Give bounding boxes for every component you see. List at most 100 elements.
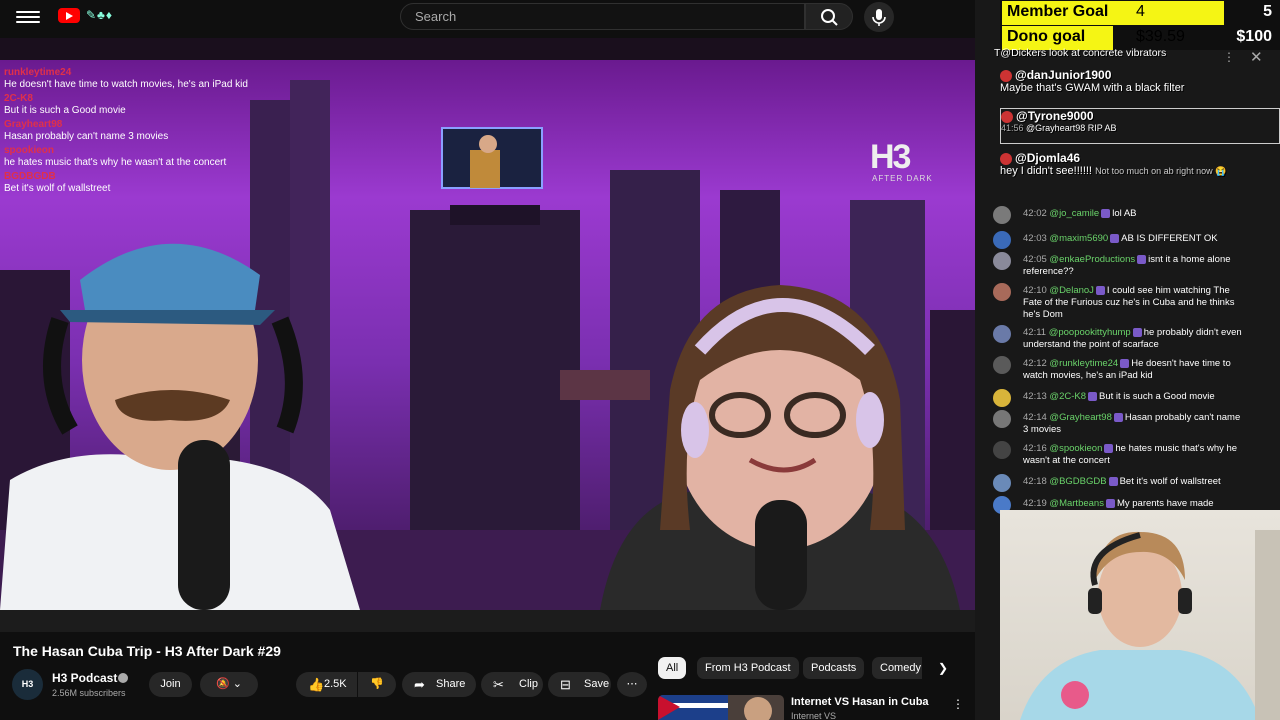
bubble-author: @Tyrone9000 bbox=[1016, 109, 1094, 123]
like-count: 2.5K bbox=[324, 678, 347, 690]
webcam-person-art bbox=[1020, 530, 1280, 720]
chip-podcasts[interactable]: Podcasts bbox=[803, 657, 865, 679]
chat-timestamp: 42:19 bbox=[1023, 498, 1047, 509]
member-badge-icon bbox=[1101, 208, 1111, 218]
search-input[interactable]: Search bbox=[400, 3, 805, 30]
dono-goal-label: Dono goal bbox=[1007, 28, 1086, 45]
notification-bell-button[interactable]: 🔕 ⌄ bbox=[200, 672, 258, 697]
chat-avatar[interactable] bbox=[993, 231, 1011, 249]
chat-timestamp: 42:12 bbox=[1023, 358, 1047, 369]
member-badge-icon bbox=[1120, 358, 1130, 368]
chat-author[interactable]: @Grayheart98 bbox=[1049, 412, 1111, 423]
chat-message-body: 42:18 @BGDBGDB Bet it's wolf of wallstree… bbox=[1023, 476, 1243, 488]
recommended-video-title[interactable]: Internet VS Hasan in Cuba bbox=[791, 696, 929, 708]
chat-avatar[interactable] bbox=[993, 441, 1011, 459]
chat-author[interactable]: @DelanoJ bbox=[1049, 285, 1094, 296]
clip-label: Clip bbox=[519, 678, 538, 690]
yt-badge-icon bbox=[1000, 152, 1012, 165]
chip-all[interactable]: All bbox=[658, 657, 687, 679]
member-badge-icon bbox=[1095, 285, 1105, 295]
chat-message-body: 42:12 @runkleytime24 He doesn't have time… bbox=[1023, 358, 1243, 382]
chat-avatar[interactable] bbox=[993, 206, 1011, 224]
chat-timestamp: 42:02 bbox=[1023, 208, 1047, 219]
h3-logo-subtitle: AFTER DARK bbox=[872, 174, 933, 183]
member-goal-bar: Member Goal 4 5 bbox=[1002, 1, 1280, 25]
chat-text: AB IS DIFFERENT OK bbox=[1121, 233, 1218, 244]
chat-bubble: @Djomla46 hey I didn't see!!!!!! Not too… bbox=[1000, 151, 1280, 177]
member-goal-label: Member Goal bbox=[1007, 3, 1109, 20]
top-bar: ✎♣♦ Search bbox=[0, 0, 975, 38]
chat-avatar[interactable] bbox=[993, 252, 1011, 270]
channel-avatar[interactable]: H3 bbox=[12, 669, 43, 700]
clip-button[interactable]: ✂ Clip bbox=[481, 672, 543, 697]
hamburger-menu-icon[interactable] bbox=[16, 8, 40, 28]
chevron-down-icon: ⌄ bbox=[232, 678, 242, 690]
overlay-chat-user: Grayheart98 bbox=[4, 119, 63, 130]
voice-search-button[interactable] bbox=[864, 2, 894, 32]
member-badge-icon bbox=[1113, 412, 1123, 422]
overlay-chat-message: he hates music that's why he wasn't at t… bbox=[4, 157, 227, 168]
youtube-logo-icon[interactable] bbox=[58, 8, 80, 23]
h3-logo: H3 bbox=[870, 138, 911, 176]
bell-off-icon: 🔕 bbox=[216, 678, 230, 690]
chat-text: lol AB bbox=[1112, 208, 1137, 219]
overlay-chat-message: But it is such a Good movie bbox=[4, 105, 126, 116]
overlay-chat-user: BGDBGDB bbox=[4, 171, 56, 182]
dislike-button[interactable]: 👎 bbox=[358, 672, 396, 697]
thumbs-up-icon: 👍 bbox=[308, 677, 325, 692]
channel-name[interactable]: H3 Podcast bbox=[52, 671, 117, 685]
chat-avatar[interactable] bbox=[993, 410, 1011, 428]
chat-author[interactable]: @2C-K8 bbox=[1049, 391, 1086, 402]
verified-icon bbox=[118, 673, 128, 683]
dono-goal-target: $100 bbox=[1236, 28, 1272, 45]
more-actions-button[interactable]: ⋯ bbox=[617, 672, 647, 697]
like-button[interactable]: 👍 2.5K bbox=[296, 672, 357, 697]
member-badge-icon bbox=[1137, 254, 1147, 264]
search-icon bbox=[821, 9, 838, 26]
overlay-chat-message: Hasan probably can't name 3 movies bbox=[4, 131, 169, 142]
member-badge-icon bbox=[1105, 498, 1115, 508]
chat-text: But it is such a Good movie bbox=[1099, 391, 1215, 402]
chat-author[interactable]: @runkleytime24 bbox=[1049, 358, 1118, 369]
chat-message-body: 42:16 @spookieon he hates music that's wh… bbox=[1023, 443, 1243, 467]
doodle-logo-art[interactable]: ✎♣♦ bbox=[86, 8, 113, 22]
share-button[interactable]: ➦ Share bbox=[402, 672, 476, 697]
chat-more-icon[interactable]: ⋮ bbox=[1223, 50, 1235, 64]
recommended-video-thumbnail[interactable] bbox=[658, 695, 784, 720]
chat-author[interactable]: @maxim5690 bbox=[1049, 233, 1108, 244]
chat-author[interactable]: @spookieon bbox=[1049, 443, 1102, 454]
chat-message-body: 42:11 @poopookittyhump he probably didn't… bbox=[1023, 327, 1243, 351]
chat-author[interactable]: @poopookittyhump bbox=[1049, 327, 1131, 338]
bubble-extra: Not too much on ab right now 😭 bbox=[1095, 166, 1227, 176]
chat-avatar[interactable] bbox=[993, 325, 1011, 343]
chat-author[interactable]: @enkaeProductions bbox=[1049, 254, 1135, 265]
recommended-video-channel: Internet VS bbox=[791, 711, 837, 720]
search-button[interactable] bbox=[805, 3, 853, 30]
chat-avatar[interactable] bbox=[993, 474, 1011, 492]
member-badge-icon bbox=[1108, 476, 1118, 486]
close-icon[interactable]: ✕ bbox=[1250, 48, 1263, 66]
chat-bubble: @danJunior1900 Maybe that's GWAM with a … bbox=[1000, 68, 1280, 94]
yt-badge-icon bbox=[1001, 110, 1013, 123]
more-vertical-icon[interactable]: ⋮ bbox=[952, 697, 964, 711]
video-player[interactable]: runkleytime24 He doesn't have time to wa… bbox=[0, 60, 975, 610]
chat-author[interactable]: @jo_camile bbox=[1049, 208, 1099, 219]
chat-avatar[interactable] bbox=[993, 356, 1011, 374]
chat-timestamp: 42:13 bbox=[1023, 391, 1047, 402]
chat-avatar[interactable] bbox=[993, 283, 1011, 301]
join-button[interactable]: Join bbox=[149, 672, 192, 697]
video-top-strip bbox=[0, 38, 975, 60]
bookmark-icon: ⊟ bbox=[560, 677, 571, 692]
chevron-right-icon[interactable]: ❯ bbox=[938, 661, 948, 675]
chip-from-channel[interactable]: From H3 Podcast bbox=[697, 657, 799, 679]
overlay-chat-user: runkleytime24 bbox=[4, 67, 72, 78]
chip-comedy[interactable]: Comedy bbox=[872, 657, 922, 679]
save-button[interactable]: ⊟ Save bbox=[548, 672, 611, 697]
chat-author[interactable]: @BGDBGDB bbox=[1049, 476, 1106, 487]
chat-message-body: 42:14 @Grayheart98 Hasan probably can't n… bbox=[1023, 412, 1243, 436]
chat-author[interactable]: @Martbeans bbox=[1049, 498, 1104, 509]
chat-avatar[interactable] bbox=[993, 389, 1011, 407]
streamer-webcam bbox=[1000, 510, 1280, 720]
bubble-message: Maybe that's GWAM with a black filter bbox=[1000, 82, 1185, 94]
chat-message-body: 42:05 @enkaeProductions isnt it a home al… bbox=[1023, 254, 1243, 278]
